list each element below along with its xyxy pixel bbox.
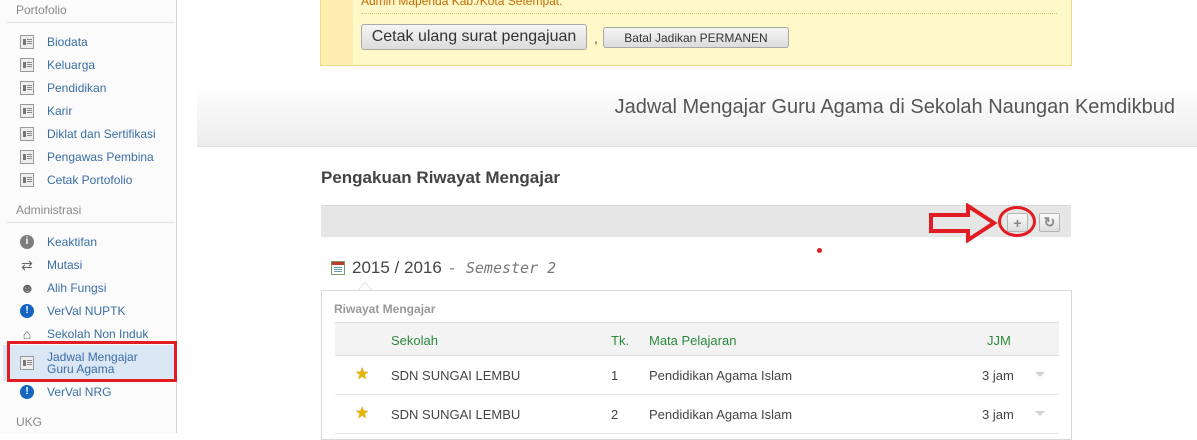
- sidebar-item-keaktifan[interactable]: i Keaktifan: [20, 232, 172, 252]
- divider: [361, 13, 1057, 14]
- chevron-down-icon[interactable]: [1035, 411, 1045, 416]
- notice-box: Admin Mapenda Kab./Kota Setempat. Cetak …: [320, 0, 1072, 66]
- document-icon: [20, 81, 34, 95]
- sidebar-item-label: Sekolah Non Induk: [47, 326, 149, 341]
- annotation-arrow-icon: [929, 203, 998, 243]
- cell-sekolah: SDN SUNGAI LEMBU: [391, 407, 521, 422]
- sidebar-item-verval-nrg[interactable]: ! VerVal NRG: [20, 382, 172, 402]
- sidebar-item-label: Diklat dan Sertifikasi: [47, 126, 156, 141]
- cell-mata-pelajaran: Pendidikan Agama Islam: [649, 368, 793, 383]
- cell-mata-pelajaran: Pendidikan Agama Islam: [649, 407, 793, 422]
- teaching-history-panel: Riwayat Mengajar Sekolah Tk. Mata Pelaja…: [321, 290, 1072, 440]
- sidebar-item-alih-fungsi[interactable]: ☻ Alih Fungsi: [20, 278, 172, 298]
- sidebar-item-label: Cetak Portofolio: [47, 172, 133, 187]
- sidebar: Portofolio Biodata Keluarga Pendidikan K…: [0, 0, 177, 433]
- sidebar-item-label: Biodata: [47, 34, 88, 49]
- table-row[interactable]: ★ SDN SUNGAI LEMBU 1 Pendidikan Agama Is…: [335, 356, 1059, 395]
- academic-year: 2015 / 2016: [352, 258, 442, 277]
- divider: [7, 222, 175, 223]
- school-icon: ⌂: [22, 326, 32, 342]
- sidebar-item-label: Karir: [47, 103, 73, 118]
- print-submission-button[interactable]: Cetak ulang surat pengajuan: [361, 24, 587, 50]
- exclamation-icon: !: [20, 385, 34, 399]
- sidebar-item-keluarga[interactable]: Keluarga: [20, 55, 172, 75]
- document-icon: [20, 173, 34, 187]
- cell-jjm: 3 jam: [982, 407, 1014, 422]
- user-icon: ☻: [20, 280, 35, 296]
- cancel-permanent-button[interactable]: Batal Jadikan PERMANEN: [603, 27, 789, 48]
- cell-tingkat: 1: [611, 368, 619, 383]
- document-icon: [20, 58, 34, 72]
- document-icon: [20, 104, 34, 118]
- sidebar-item-cetak-portofolio[interactable]: Cetak Portofolio: [20, 170, 172, 190]
- column-header-sekolah[interactable]: Sekolah: [391, 333, 438, 348]
- semester-label: - Semester 2: [447, 259, 557, 277]
- section-heading: Pengakuan Riwayat Mengajar: [321, 168, 561, 187]
- star-icon: ★: [355, 405, 370, 422]
- column-header-jjm[interactable]: JJM: [987, 333, 1011, 348]
- section-title-portofolio: Portofolio: [16, 3, 67, 17]
- sidebar-item-label: VerVal NUPTK: [47, 303, 126, 318]
- divider: [7, 22, 175, 23]
- column-header-tingkat[interactable]: Tk.: [611, 333, 629, 348]
- sidebar-item-pendidikan[interactable]: Pendidikan: [20, 78, 172, 98]
- sidebar-item-label: Mutasi: [47, 257, 83, 272]
- period-heading: 2015 / 2016 - Semester 2: [331, 258, 556, 278]
- notice-accent-bar: [321, 0, 353, 65]
- cell-tingkat: 2: [611, 407, 619, 422]
- annotation-circle: [998, 206, 1036, 237]
- chevron-down-icon[interactable]: [1035, 372, 1045, 377]
- refresh-button[interactable]: ↻: [1039, 213, 1060, 232]
- panel-title: Riwayat Mengajar: [334, 302, 436, 316]
- separator-comma: ,: [594, 30, 598, 46]
- sidebar-item-verval-nuptk[interactable]: ! VerVal NUPTK: [20, 301, 172, 321]
- column-header-mata-pelajaran[interactable]: Mata Pelajaran: [649, 333, 736, 348]
- sidebar-item-label: Pengawas Pembina: [47, 149, 154, 164]
- page-header: Jadwal Mengajar Guru Agama di Sekolah Na…: [197, 85, 1197, 147]
- sidebar-item-biodata[interactable]: Biodata: [20, 32, 172, 52]
- notice-text: Admin Mapenda Kab./Kota Setempat.: [361, 0, 563, 8]
- section-title-ukg: UKG: [16, 415, 43, 429]
- annotation-highlight-box: [7, 341, 177, 382]
- document-icon: [20, 150, 34, 164]
- document-icon: [20, 127, 34, 141]
- page-title: Jadwal Mengajar Guru Agama di Sekolah Na…: [614, 96, 1175, 118]
- sidebar-item-label: Keluarga: [47, 57, 96, 72]
- cell-sekolah: SDN SUNGAI LEMBU: [391, 368, 521, 383]
- star-icon: ★: [355, 366, 370, 383]
- sidebar-item-label: Keaktifan: [47, 234, 98, 249]
- sidebar-item-diklat[interactable]: Diklat dan Sertifikasi: [20, 124, 172, 144]
- table-header: Sekolah Tk. Mata Pelajaran JJM: [335, 322, 1059, 356]
- sidebar-item-karir[interactable]: Karir: [20, 101, 172, 121]
- document-icon: [20, 35, 34, 49]
- sidebar-item-pengawas[interactable]: Pengawas Pembina: [20, 147, 172, 167]
- annotation-dot: [817, 248, 822, 253]
- refresh-icon: ↻: [1043, 214, 1056, 230]
- calendar-icon: [331, 261, 345, 275]
- section-title-administrasi: Administrasi: [16, 203, 82, 217]
- transfer-icon: ⇄: [21, 257, 33, 273]
- table-row[interactable]: ★ SDN SUNGAI LEMBU 2 Pendidikan Agama Is…: [335, 395, 1059, 434]
- sidebar-item-label: Alih Fungsi: [47, 280, 107, 295]
- sidebar-item-mutasi[interactable]: ⇄ Mutasi: [20, 255, 172, 275]
- info-icon: i: [20, 235, 34, 249]
- exclamation-icon: !: [20, 304, 34, 318]
- sidebar-item-label: Pendidikan: [47, 80, 107, 95]
- sidebar-item-label: VerVal NRG: [47, 384, 112, 399]
- cell-jjm: 3 jam: [982, 368, 1014, 383]
